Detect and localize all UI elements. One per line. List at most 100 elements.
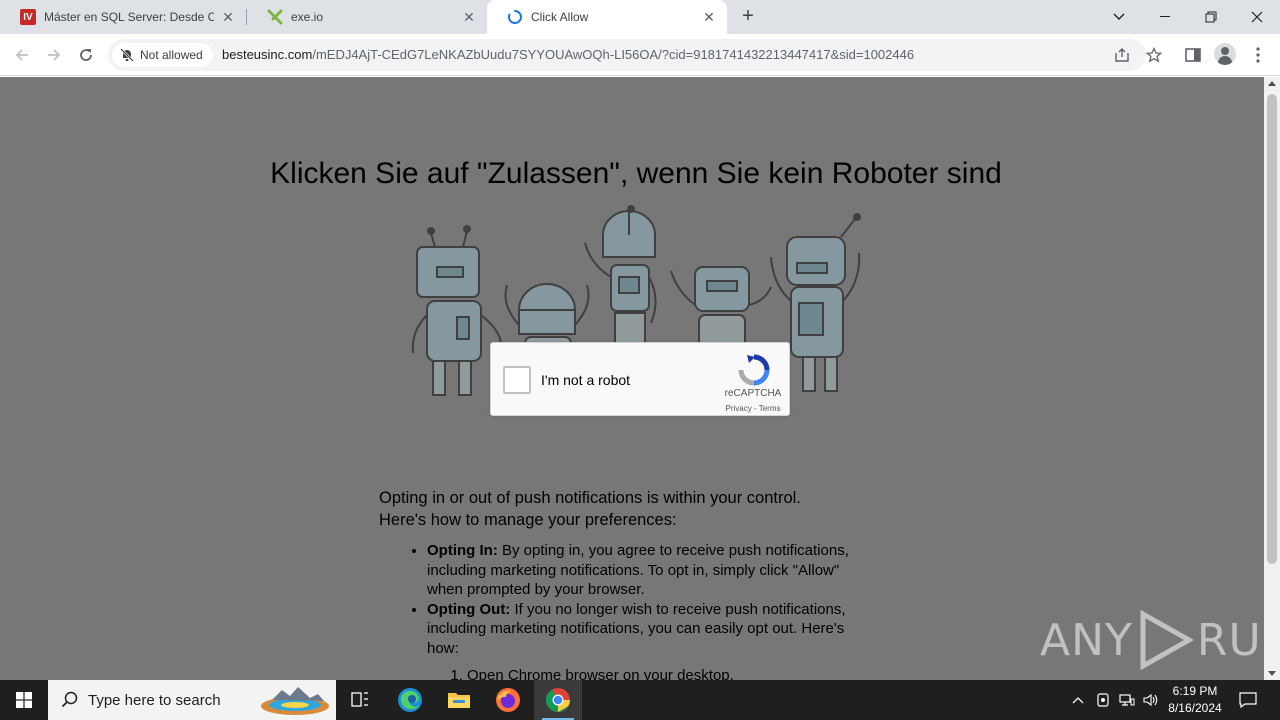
back-button[interactable]: [10, 43, 34, 67]
network-button[interactable]: [1118, 691, 1136, 709]
address-bar[interactable]: Not allowed besteusinc.com/mEDJ4AjT-CEdG…: [108, 39, 1162, 71]
profile-avatar[interactable]: [1214, 43, 1236, 65]
web-page-viewport: Klicken Sie auf "Zulassen", wenn Sie kei…: [0, 77, 1264, 680]
play-triangle-icon: [1140, 610, 1194, 670]
more-vert-icon: [1256, 47, 1260, 63]
volume-button[interactable]: [1142, 691, 1160, 709]
search-icon: [61, 691, 78, 708]
tab-search-button[interactable]: [1096, 0, 1142, 34]
recaptcha-label: I'm not a robot: [541, 372, 631, 388]
task-view-button[interactable]: [336, 680, 384, 720]
restore-button[interactable]: [1188, 0, 1234, 34]
taskbar-firefox[interactable]: [484, 680, 532, 720]
taskbar-search-box[interactable]: Type here to search: [48, 680, 336, 720]
recaptcha-logo-icon: [738, 354, 770, 386]
tab-title: Máster en SQL Server: Desde Cero: [44, 10, 214, 24]
options-list: Opting In: By opting in, you agree to re…: [379, 541, 879, 658]
url-host: besteusinc.com: [222, 47, 313, 62]
loading-spinner-icon: [507, 9, 523, 25]
chevron-down-icon: [1113, 13, 1125, 20]
list-item: Opting In: By opting in, you agree to re…: [427, 541, 879, 600]
clock-date: 8/16/2024: [1168, 701, 1222, 715]
arrow-right-icon: [48, 49, 61, 61]
chrome-menu-button[interactable]: [1246, 43, 1270, 67]
taskbar-clock[interactable]: 6:19 PM 8/16/2024: [1160, 683, 1230, 717]
watermark-text: ANY: [1040, 614, 1133, 666]
folder-icon: [448, 693, 470, 708]
windows-logo-icon: [16, 692, 32, 708]
url-path: /mEDJ4AjT-CEdG7LeNKAZbUudu7SYYOUAwOQh-LI…: [312, 47, 915, 62]
scrollbar-thumb[interactable]: [1267, 94, 1277, 564]
close-icon: [1251, 11, 1263, 23]
scroll-up-arrow[interactable]: [1268, 81, 1276, 86]
tab-exeio[interactable]: exe.io ✕: [247, 0, 487, 34]
share-icon: [1115, 48, 1129, 62]
tab-strip: IV Máster en SQL Server: Desde Cero ✕ ex…: [0, 0, 1280, 34]
article-intro: Opting in or out of push notifications i…: [379, 487, 879, 531]
recaptcha-privacy-terms[interactable]: Privacy - Terms: [715, 404, 791, 413]
windows-taskbar: Type here to search 6:19 PM 8/16/2024: [0, 680, 1280, 720]
action-center-button[interactable]: [1238, 690, 1258, 710]
reload-button[interactable]: [74, 43, 98, 67]
clock-time: 6:19 PM: [1172, 684, 1218, 698]
opt-out-steps: Open Chrome browser on your desktop.: [379, 666, 879, 680]
tab-title: exe.io: [291, 10, 324, 24]
edge-browser-icon: [398, 688, 422, 712]
anyrun-watermark: ANY RUN: [1040, 608, 1280, 672]
scroll-down-arrow[interactable]: [1268, 671, 1276, 676]
taskbar-edge[interactable]: [386, 680, 434, 720]
side-panel-button[interactable]: [1181, 43, 1205, 67]
new-tab-button[interactable]: +: [737, 6, 759, 28]
tab-click-allow[interactable]: Click Allow ✕: [487, 0, 727, 34]
permission-chip-label: Not allowed: [140, 48, 203, 62]
notification-permission-chip[interactable]: Not allowed: [112, 43, 213, 67]
list-item: Opting Out: If you no longer wish to rec…: [427, 600, 879, 659]
notification-icon: [1239, 692, 1257, 708]
iv-logo-icon: IV: [20, 9, 36, 25]
close-icon[interactable]: ✕: [220, 9, 236, 25]
device-icon: [1097, 693, 1109, 707]
minimize-icon: [1160, 16, 1170, 17]
search-placeholder: Type here to search: [88, 691, 221, 709]
exeio-logo-icon: [267, 9, 283, 25]
tab-sql-server[interactable]: IV Máster en SQL Server: Desde Cero ✕: [0, 0, 246, 34]
page-scrollbar[interactable]: [1264, 77, 1280, 680]
network-icon: [1119, 694, 1135, 706]
chrome-icon: [546, 688, 570, 712]
firefox-icon: [496, 688, 520, 712]
taskbar-file-explorer[interactable]: [435, 680, 483, 720]
close-icon[interactable]: ✕: [701, 9, 717, 25]
close-icon[interactable]: ✕: [461, 9, 477, 25]
recaptcha-checkbox[interactable]: [503, 366, 531, 394]
side-panel-icon: [1185, 48, 1201, 62]
task-view-icon: [351, 692, 368, 707]
option-title: Opting Out:: [427, 600, 511, 618]
taskbar-chrome[interactable]: [534, 680, 582, 720]
search-highlight-illustration-icon: [261, 687, 329, 715]
star-icon: [1146, 47, 1162, 63]
tray-app-button[interactable]: [1094, 691, 1112, 709]
article-intro-line: Here's how to manage your preferences:: [379, 511, 677, 529]
recaptcha-widget: I'm not a robot reCAPTCHA Privacy - Term…: [490, 342, 790, 416]
tab-title: Click Allow: [531, 10, 589, 24]
share-button[interactable]: [1113, 46, 1131, 64]
start-button[interactable]: [0, 680, 48, 720]
tray-overflow-button[interactable]: [1069, 691, 1087, 709]
url-text[interactable]: besteusinc.com/mEDJ4AjT-CEdG7LeNKAZbUudu…: [222, 47, 914, 62]
list-item: Open Chrome browser on your desktop.: [467, 666, 879, 680]
forward-button[interactable]: [42, 43, 66, 67]
notification-info-article: Opting in or out of push notifications i…: [379, 487, 879, 680]
arrow-left-icon: [15, 49, 28, 61]
page-headline: Klicken Sie auf "Zulassen", wenn Sie kei…: [270, 157, 1002, 190]
restore-icon: [1205, 11, 1217, 23]
bookmark-button[interactable]: [1145, 46, 1163, 64]
bell-off-icon: [120, 48, 134, 62]
article-intro-line: Opting in or out of push notifications i…: [379, 489, 801, 507]
reload-icon: [80, 49, 92, 61]
speaker-icon: [1143, 693, 1158, 707]
recaptcha-brand: reCAPTCHA: [724, 388, 782, 399]
option-title: Opting In:: [427, 542, 498, 559]
minimize-button[interactable]: [1142, 0, 1188, 34]
close-window-button[interactable]: [1234, 0, 1280, 34]
browser-toolbar: Not allowed besteusinc.com/mEDJ4AjT-CEdG…: [0, 34, 1280, 76]
